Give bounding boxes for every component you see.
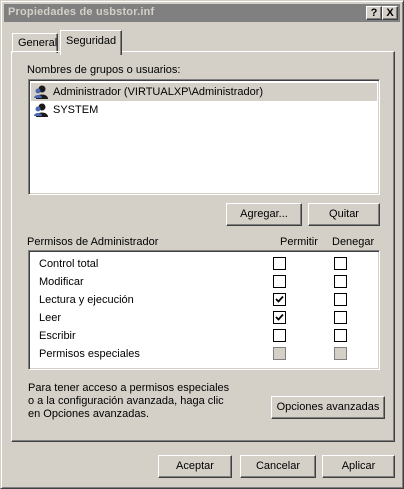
- apply-button[interactable]: Aplicar: [322, 455, 395, 478]
- tab-security[interactable]: Seguridad: [60, 30, 122, 55]
- allow-checkbox[interactable]: [273, 311, 286, 324]
- perm-row-control-total: Control total: [29, 255, 377, 273]
- advanced-note-line: Para tener acceso a permisos especiales: [28, 382, 230, 394]
- allow-checkbox[interactable]: [273, 293, 286, 306]
- user-icon: [34, 85, 48, 99]
- perm-row-lectura-ejecucion: Lectura y ejecución: [29, 291, 377, 309]
- allow-checkbox: [273, 347, 286, 360]
- deny-checkbox: [334, 347, 347, 360]
- allow-checkbox[interactable]: [273, 329, 286, 342]
- remove-button[interactable]: Quitar: [308, 203, 380, 226]
- deny-checkbox[interactable]: [334, 311, 347, 324]
- list-item-system[interactable]: SYSTEM: [31, 101, 377, 119]
- user-icon: [34, 103, 48, 117]
- close-button[interactable]: X: [382, 6, 398, 20]
- window-title: Propiedades de usbstor.inf: [8, 6, 155, 18]
- tab-general-label: General: [18, 37, 58, 49]
- perm-name: Control total: [39, 258, 99, 270]
- perm-row-modificar: Modificar: [29, 273, 377, 291]
- cancel-button[interactable]: Cancelar: [240, 455, 316, 478]
- advanced-note-line: en Opciones avanzadas.: [28, 408, 150, 420]
- allow-checkbox[interactable]: [273, 275, 286, 288]
- add-button[interactable]: Agregar...: [226, 203, 302, 226]
- deny-checkbox[interactable]: [334, 257, 347, 270]
- deny-checkbox[interactable]: [334, 293, 347, 306]
- users-list[interactable]: Administrador (VIRTUALXP\Administrador) …: [28, 79, 380, 195]
- perm-name: Leer: [39, 312, 62, 324]
- deny-header: Denegar: [332, 236, 375, 248]
- list-item-administrador[interactable]: Administrador (VIRTUALXP\Administrador): [31, 83, 377, 101]
- title-bar[interactable]: Propiedades de usbstor.inf ? X: [4, 4, 400, 22]
- deny-checkbox[interactable]: [334, 329, 347, 342]
- advanced-options-button[interactable]: Opciones avanzadas: [271, 396, 385, 419]
- ok-button[interactable]: Aceptar: [158, 455, 232, 478]
- perm-row-escribir: Escribir: [29, 327, 377, 345]
- advanced-note-line: o a la configuración avanzada, haga clic: [28, 395, 224, 407]
- perm-name: Permisos especiales: [39, 348, 140, 360]
- checkmark-icon: [275, 313, 284, 321]
- allow-checkbox[interactable]: [273, 257, 286, 270]
- user-name: SYSTEM: [53, 104, 99, 116]
- allow-header: Permitir: [280, 236, 318, 248]
- permissions-label: Permisos de Administrador: [27, 236, 159, 248]
- users-section-label: Nombres de grupos o usuarios:: [27, 64, 181, 76]
- perm-name: Escribir: [39, 330, 76, 342]
- tab-security-label: Seguridad: [66, 35, 117, 47]
- security-panel: Nombres de grupos o usuarios: Administra…: [11, 51, 395, 442]
- permissions-list: Control total Modificar Lectura y ejecuc…: [28, 250, 380, 370]
- checkmark-icon: [275, 295, 284, 303]
- user-name: Administrador (VIRTUALXP\Administrador): [53, 86, 264, 98]
- advanced-note: Para tener acceso a permisos especiales …: [28, 382, 258, 421]
- help-button[interactable]: ?: [366, 6, 382, 20]
- tab-general[interactable]: General: [12, 33, 58, 53]
- perm-name: Modificar: [39, 276, 84, 288]
- properties-dialog: Propiedades de usbstor.inf ? X General S…: [0, 0, 404, 489]
- deny-checkbox[interactable]: [334, 275, 347, 288]
- perm-row-leer: Leer: [29, 309, 377, 327]
- perm-name: Lectura y ejecución: [39, 294, 134, 306]
- perm-row-permisos-especiales: Permisos especiales: [29, 345, 377, 363]
